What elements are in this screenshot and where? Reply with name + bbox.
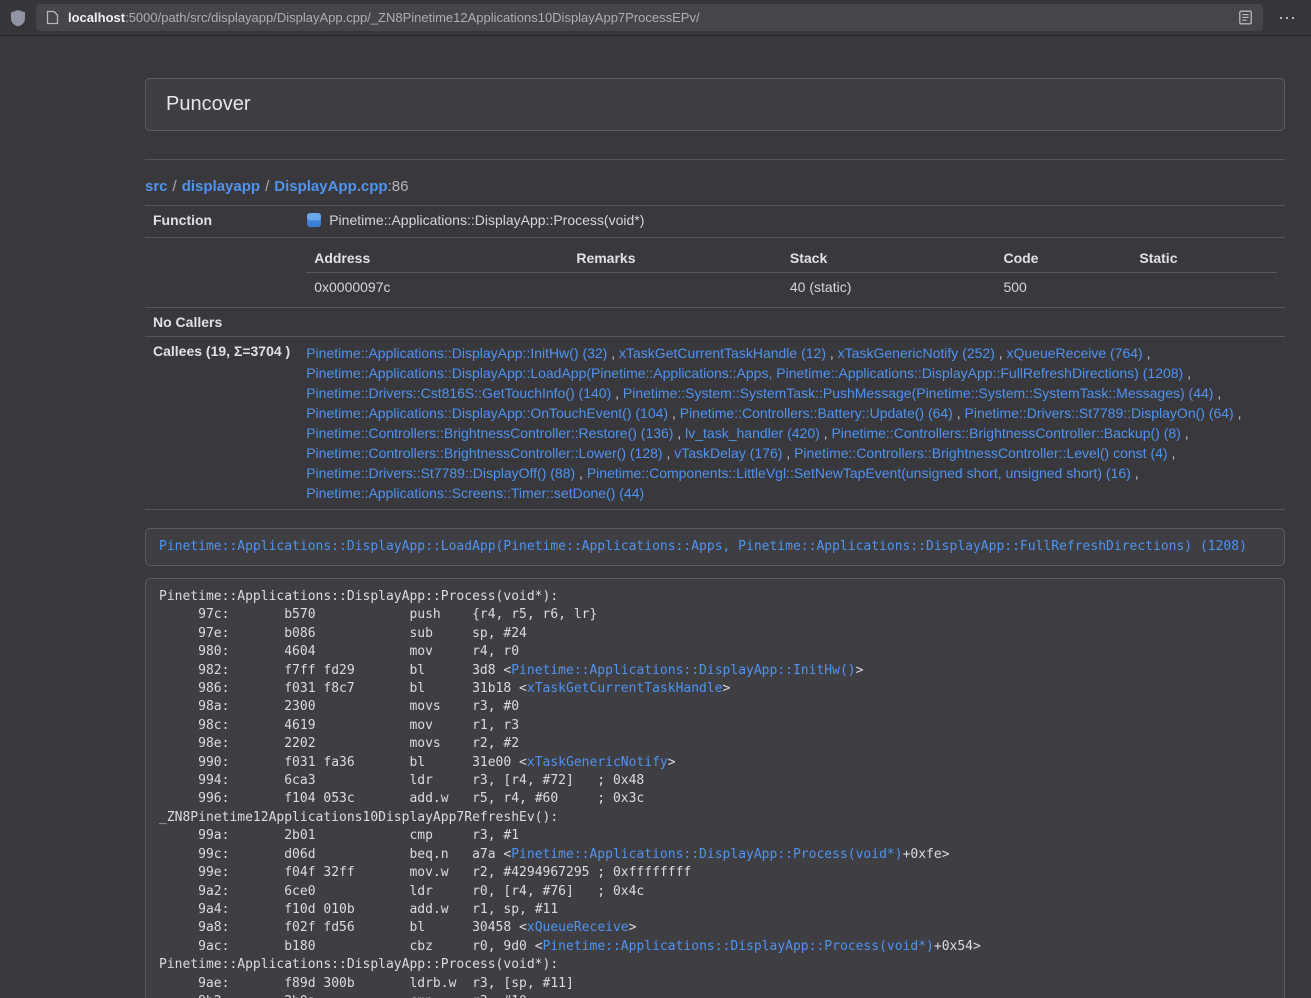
remarks-value bbox=[568, 273, 782, 302]
function-icon bbox=[306, 212, 322, 228]
breadcrumb-separator: / bbox=[173, 178, 177, 195]
callee-link[interactable]: Pinetime::Controllers::BrightnessControl… bbox=[306, 425, 673, 441]
metrics-row: Address Remarks Stack Code Static 0x0000… bbox=[145, 238, 1285, 308]
static-value bbox=[1131, 273, 1277, 302]
divider bbox=[145, 159, 1285, 160]
more-tools-menu-button[interactable]: ⋯ bbox=[1273, 4, 1301, 32]
code-symbol-link[interactable]: xQueueReceive bbox=[527, 920, 629, 935]
callee-link[interactable]: Pinetime::System::SystemTask::PushMessag… bbox=[623, 385, 1214, 401]
code-value: 500 bbox=[995, 273, 1131, 302]
column-address: Address bbox=[306, 244, 568, 273]
callee-link[interactable]: xTaskGenericNotify (252) bbox=[838, 345, 995, 361]
app-header-panel: Puncover bbox=[145, 78, 1285, 131]
url-path: :5000/path/src/displayapp/DisplayApp.cpp… bbox=[125, 10, 700, 25]
callee-link[interactable]: xQueueReceive (764) bbox=[1007, 345, 1143, 361]
callees-label: Callees (19, Σ=3704 ) bbox=[145, 337, 298, 510]
callee-link[interactable]: Pinetime::Applications::DisplayApp::OnTo… bbox=[306, 405, 668, 421]
no-callers-label: No Callers bbox=[145, 308, 298, 337]
callee-link[interactable]: xTaskGetCurrentTaskHandle (12) bbox=[619, 345, 826, 361]
column-code: Code bbox=[995, 244, 1131, 273]
code-symbol-link[interactable]: Pinetime::Applications::DisplayApp::Init… bbox=[511, 663, 855, 678]
callees-list: Pinetime::Applications::DisplayApp::Init… bbox=[298, 337, 1285, 510]
callee-link[interactable]: Pinetime::Applications::DisplayApp::Load… bbox=[306, 365, 1183, 381]
symbol-link[interactable]: Pinetime::Applications::DisplayApp::Load… bbox=[159, 539, 1247, 554]
breadcrumb-line-number: :86 bbox=[388, 178, 409, 195]
breadcrumb-link-src[interactable]: src bbox=[145, 178, 168, 195]
column-stack: Stack bbox=[782, 244, 996, 273]
disassembly-panel: Pinetime::Applications::DisplayApp::Proc… bbox=[145, 578, 1285, 998]
code-symbol-link[interactable]: xTaskGetCurrentTaskHandle bbox=[527, 681, 723, 696]
code-symbol-link[interactable]: xTaskGenericNotify bbox=[527, 755, 668, 770]
function-name: Pinetime::Applications::DisplayApp::Proc… bbox=[329, 212, 644, 228]
app-title: Puncover bbox=[166, 93, 1264, 116]
disassembly-pre: Pinetime::Applications::DisplayApp::Proc… bbox=[159, 588, 1271, 998]
breadcrumb: src / displayapp / DisplayApp.cpp:86 bbox=[145, 178, 1285, 195]
stack-value: 40 (static) bbox=[782, 273, 996, 302]
function-row: Function Pinetime::Applications::Display… bbox=[145, 206, 1285, 238]
metrics-table: Address Remarks Stack Code Static 0x0000… bbox=[306, 244, 1277, 301]
code-symbol-link[interactable]: Pinetime::Applications::DisplayApp::Proc… bbox=[543, 939, 934, 954]
url-text: localhost:5000/path/src/displayapp/Displ… bbox=[68, 10, 1229, 25]
callee-link[interactable]: Pinetime::Controllers::BrightnessControl… bbox=[306, 445, 662, 461]
breadcrumb-separator: / bbox=[265, 178, 269, 195]
callee-link[interactable]: Pinetime::Controllers::BrightnessControl… bbox=[831, 425, 1180, 441]
url-bar[interactable]: localhost:5000/path/src/displayapp/Displ… bbox=[36, 4, 1263, 31]
browser-toolbar: localhost:5000/path/src/displayapp/Displ… bbox=[0, 0, 1311, 36]
callees-row: Callees (19, Σ=3704 ) Pinetime::Applicat… bbox=[145, 337, 1285, 510]
function-label: Function bbox=[145, 206, 298, 238]
page-body: Puncover src / displayapp / DisplayApp.cpp:8… bbox=[0, 36, 1311, 998]
callee-link[interactable]: Pinetime::Drivers::St7789::DisplayOn() (… bbox=[965, 405, 1234, 421]
metrics-header-row: Address Remarks Stack Code Static bbox=[306, 244, 1277, 273]
callee-link[interactable]: lv_task_handler (420) bbox=[685, 425, 820, 441]
callee-link[interactable]: Pinetime::Controllers::Battery::Update()… bbox=[680, 405, 953, 421]
callee-link[interactable]: Pinetime::Drivers::Cst816S::GetTouchInfo… bbox=[306, 385, 611, 401]
callee-link[interactable]: Pinetime::Components::LittleVgl::SetNewT… bbox=[587, 465, 1131, 481]
callee-link[interactable]: Pinetime::Controllers::BrightnessControl… bbox=[794, 445, 1167, 461]
column-static: Static bbox=[1131, 244, 1277, 273]
callee-link[interactable]: Pinetime::Drivers::St7789::DisplayOff() … bbox=[306, 465, 575, 481]
page-info-icon[interactable] bbox=[46, 10, 59, 25]
function-info-table: Function Pinetime::Applications::Display… bbox=[145, 205, 1285, 510]
symbol-panel: Pinetime::Applications::DisplayApp::Load… bbox=[145, 528, 1285, 566]
breadcrumb-link-file[interactable]: DisplayApp.cpp bbox=[274, 178, 387, 195]
column-remarks: Remarks bbox=[568, 244, 782, 273]
reader-mode-icon[interactable] bbox=[1238, 10, 1253, 25]
metrics-values-row: 0x0000097c 40 (static) 500 bbox=[306, 273, 1277, 302]
address-value: 0x0000097c bbox=[306, 273, 568, 302]
breadcrumb-link-displayapp[interactable]: displayapp bbox=[182, 178, 260, 195]
callee-link[interactable]: vTaskDelay (176) bbox=[674, 445, 782, 461]
callee-link[interactable]: Pinetime::Applications::Screens::Timer::… bbox=[306, 485, 644, 501]
callee-link[interactable]: Pinetime::Applications::DisplayApp::Init… bbox=[306, 345, 607, 361]
url-host: localhost bbox=[68, 10, 125, 25]
code-symbol-link[interactable]: Pinetime::Applications::DisplayApp::Proc… bbox=[511, 847, 902, 862]
tracking-protection-shield-icon[interactable] bbox=[10, 9, 26, 27]
no-callers-row: No Callers bbox=[145, 308, 1285, 337]
